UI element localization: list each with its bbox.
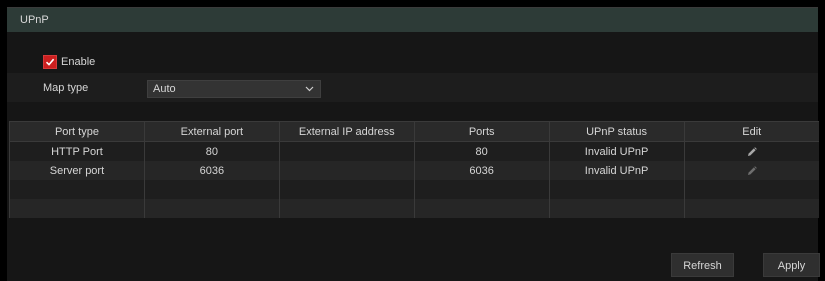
table-row: [9, 180, 819, 199]
enable-label: Enable: [61, 56, 96, 68]
cell-external-port: [143, 180, 280, 199]
page-title: UPnP: [20, 14, 49, 26]
map-type-label: Map type: [43, 82, 89, 94]
cell-external-port: 80: [143, 141, 280, 161]
apply-button[interactable]: Apply: [763, 253, 820, 277]
title-bar: UPnP: [7, 8, 818, 32]
map-type-value: Auto: [153, 83, 176, 95]
cell-external-ip: [278, 180, 415, 199]
cell-ports: [413, 180, 550, 199]
enable-row: Enable: [43, 54, 95, 70]
cell-upnp-status: [548, 199, 685, 218]
map-type-row: Map type Auto: [7, 73, 818, 102]
table-row[interactable]: HTTP Port 80 80 Invalid UPnP: [9, 141, 819, 161]
cell-ports: 80: [413, 141, 550, 161]
map-type-select[interactable]: Auto: [147, 80, 321, 98]
checkmark-icon: [45, 58, 55, 66]
edit-icon[interactable]: [746, 165, 758, 177]
column-header-upnp-status: UPnP status: [548, 121, 685, 142]
edit-icon[interactable]: [746, 146, 758, 158]
cell-external-ip: [278, 161, 415, 180]
port-table: Port type External port External IP addr…: [9, 121, 819, 218]
cell-ports: 6036: [413, 161, 550, 180]
cell-upnp-status: Invalid UPnP: [548, 141, 685, 161]
cell-upnp-status: [548, 180, 685, 199]
chevron-down-icon: [305, 86, 314, 92]
column-header-edit: Edit: [683, 121, 819, 142]
column-header-external-port: External port: [143, 121, 280, 142]
upnp-panel: UPnP Enable Map type Auto Port type Exte…: [7, 7, 820, 281]
cell-edit: [683, 141, 819, 161]
table-header-row: Port type External port External IP addr…: [9, 121, 819, 142]
cell-external-ip: [278, 199, 415, 218]
table-row[interactable]: Server port 6036 6036 Invalid UPnP: [9, 161, 819, 180]
cell-external-port: [143, 199, 280, 218]
cell-edit: [683, 180, 819, 199]
cell-edit: [683, 161, 819, 180]
cell-ports: [413, 199, 550, 218]
column-header-ports: Ports: [413, 121, 550, 142]
cell-port-type: Server port: [9, 161, 145, 180]
refresh-button[interactable]: Refresh: [671, 253, 734, 277]
cell-port-type: HTTP Port: [9, 141, 145, 161]
column-header-external-ip: External IP address: [278, 121, 415, 142]
enable-checkbox[interactable]: [43, 55, 57, 69]
cell-external-ip: [278, 141, 415, 161]
cell-upnp-status: Invalid UPnP: [548, 161, 685, 180]
column-header-port-type: Port type: [9, 121, 145, 142]
cell-port-type: [9, 199, 145, 218]
cell-edit: [683, 199, 819, 218]
table-row: [9, 199, 819, 218]
cell-external-port: 6036: [143, 161, 280, 180]
cell-port-type: [9, 180, 145, 199]
